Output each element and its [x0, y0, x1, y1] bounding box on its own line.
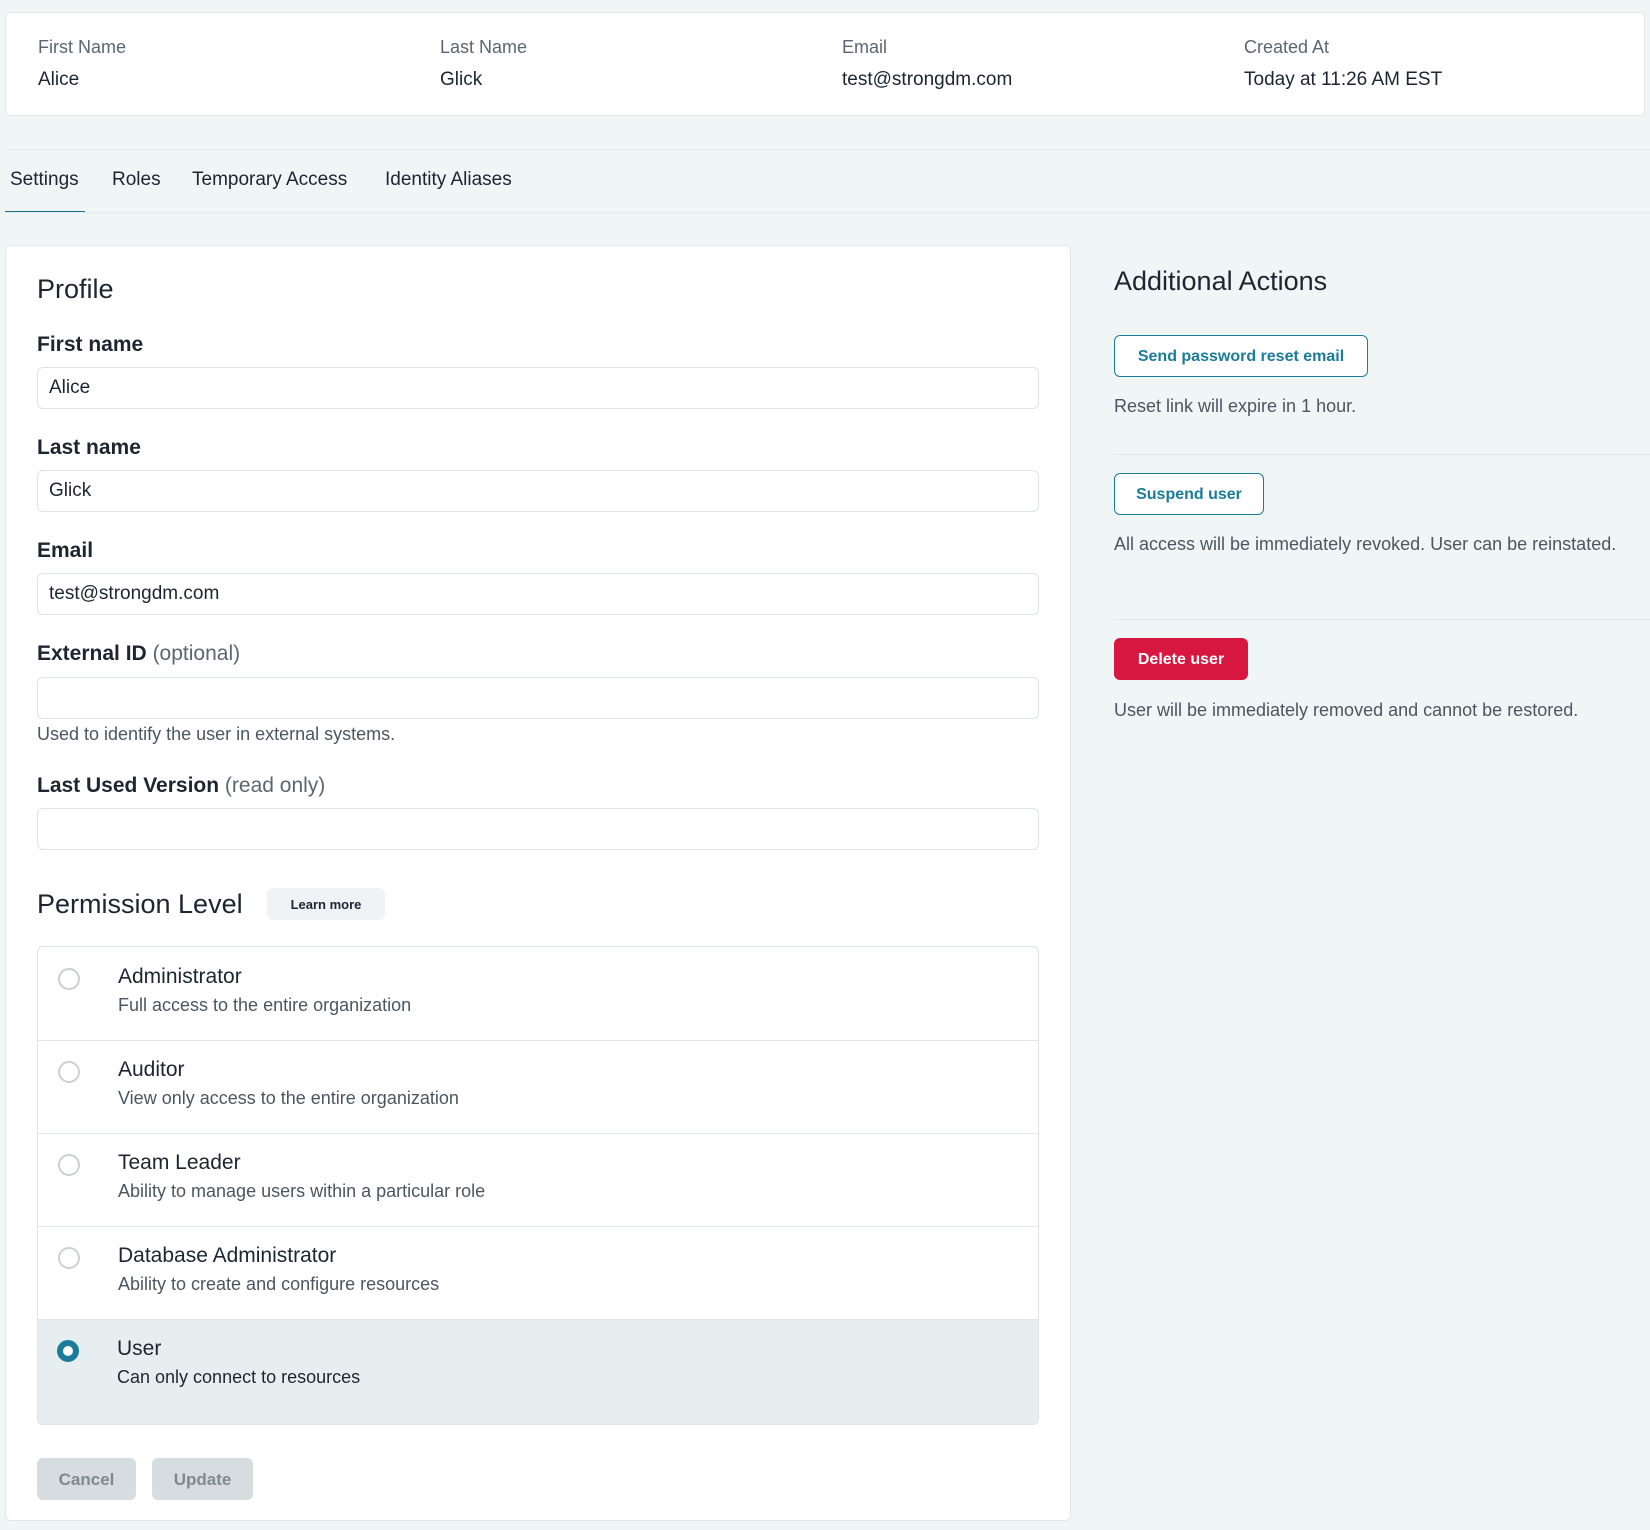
send-password-reset-button[interactable]: Send password reset email — [1114, 335, 1368, 377]
last-used-version-label-text: Last Used Version — [37, 774, 220, 797]
permission-option-title: Team Leader — [118, 1151, 241, 1174]
reset-link-note: Reset link will expire in 1 hour. — [1114, 396, 1357, 416]
delete-user-note: User will be immediately removed and can… — [1114, 700, 1579, 720]
permission-level-title: Permission Level — [37, 889, 243, 919]
update-button[interactable]: Update — [152, 1458, 253, 1500]
last-name-label: Last name — [37, 436, 141, 459]
permission-option-desc: Can only connect to resources — [117, 1367, 361, 1387]
external-id-input[interactable] — [37, 677, 1039, 719]
suspend-user-note: All access will be immediately revoked. … — [1114, 534, 1617, 554]
permission-option-auditor[interactable]: Auditor View only access to the entire o… — [38, 1040, 1038, 1133]
user-summary-card: First Name Alice Last Name Glick Email t… — [5, 12, 1645, 116]
permission-option-title: Administrator — [118, 965, 242, 988]
summary-first-name: First Name Alice — [38, 35, 126, 92]
tab-temporary-access[interactable]: Temporary Access — [192, 150, 347, 213]
external-id-label-text: External ID — [37, 642, 147, 665]
tabs-bottom-divider — [5, 212, 1650, 213]
summary-first-name-label: First Name — [38, 37, 127, 57]
permission-option-title: Auditor — [118, 1058, 185, 1081]
radio-team-leader[interactable] — [58, 1154, 80, 1176]
radio-user[interactable] — [57, 1340, 79, 1362]
summary-last-name-value: Glick — [440, 69, 483, 90]
permission-option-database-administrator[interactable]: Database Administrator Ability to create… — [38, 1226, 1038, 1319]
radio-auditor[interactable] — [58, 1061, 80, 1083]
radio-database-administrator[interactable] — [58, 1247, 80, 1269]
actions-divider — [1114, 619, 1650, 620]
summary-email: Email test@strongdm.com — [842, 35, 1012, 92]
summary-first-name-value: Alice — [38, 69, 80, 90]
summary-last-name: Last Name Glick — [440, 35, 527, 92]
tab-settings[interactable]: Settings — [5, 150, 85, 213]
email-input[interactable]: test@strongdm.com — [37, 573, 1039, 615]
summary-last-name-label: Last Name — [440, 37, 528, 57]
tab-identity-aliases[interactable]: Identity Aliases — [385, 150, 512, 213]
suspend-user-button[interactable]: Suspend user — [1114, 473, 1264, 515]
profile-title: Profile — [37, 274, 114, 304]
permission-option-desc: Full access to the entire organization — [118, 995, 412, 1015]
first-name-label: First name — [37, 333, 144, 356]
first-name-input[interactable]: Alice — [37, 367, 1039, 409]
radio-administrator[interactable] — [58, 968, 80, 990]
summary-email-value: test@strongdm.com — [842, 69, 1013, 90]
permission-option-title: User — [117, 1337, 162, 1360]
summary-created-value: Today at 11:26 AM EST — [1244, 69, 1443, 90]
learn-more-button[interactable]: Learn more — [267, 888, 385, 920]
summary-created-at: Created At Today at 11:26 AM EST — [1244, 35, 1442, 92]
external-id-optional-hint: (optional) — [152, 642, 241, 665]
email-label: Email — [37, 539, 94, 562]
summary-email-label: Email — [842, 37, 888, 57]
permission-option-user[interactable]: User Can only connect to resources — [38, 1319, 1038, 1424]
last-used-version-label: Last Used Version (read only) — [37, 772, 325, 800]
tab-roles[interactable]: Roles — [112, 150, 161, 213]
last-used-version-readonly-hint: (read only) — [224, 774, 326, 797]
last-used-version-field — [37, 808, 1039, 850]
external-id-help-text: Used to identify the user in external sy… — [37, 724, 396, 744]
permission-option-desc: View only access to the entire organizat… — [118, 1088, 459, 1108]
last-name-input[interactable]: Glick — [37, 470, 1039, 512]
tab-bar: Settings Roles Temporary Access Identity… — [0, 150, 1650, 213]
additional-actions-title: Additional Actions — [1114, 266, 1328, 296]
delete-user-button[interactable]: Delete user — [1114, 638, 1248, 680]
permission-option-team-leader[interactable]: Team Leader Ability to manage users with… — [38, 1133, 1038, 1226]
profile-card: Profile First name Alice Last name Glick… — [5, 245, 1071, 1521]
permission-option-desc: Ability to create and configure resource… — [118, 1274, 440, 1294]
permission-option-title: Database Administrator — [118, 1244, 337, 1267]
cancel-button[interactable]: Cancel — [37, 1458, 136, 1500]
actions-divider — [1114, 454, 1650, 455]
permission-level-list: Administrator Full access to the entire … — [37, 946, 1039, 1425]
external-id-label: External ID (optional) — [37, 640, 240, 668]
permission-option-desc: Ability to manage users within a particu… — [118, 1181, 486, 1201]
permission-option-administrator[interactable]: Administrator Full access to the entire … — [38, 947, 1038, 1040]
summary-created-label: Created At — [1244, 37, 1330, 57]
